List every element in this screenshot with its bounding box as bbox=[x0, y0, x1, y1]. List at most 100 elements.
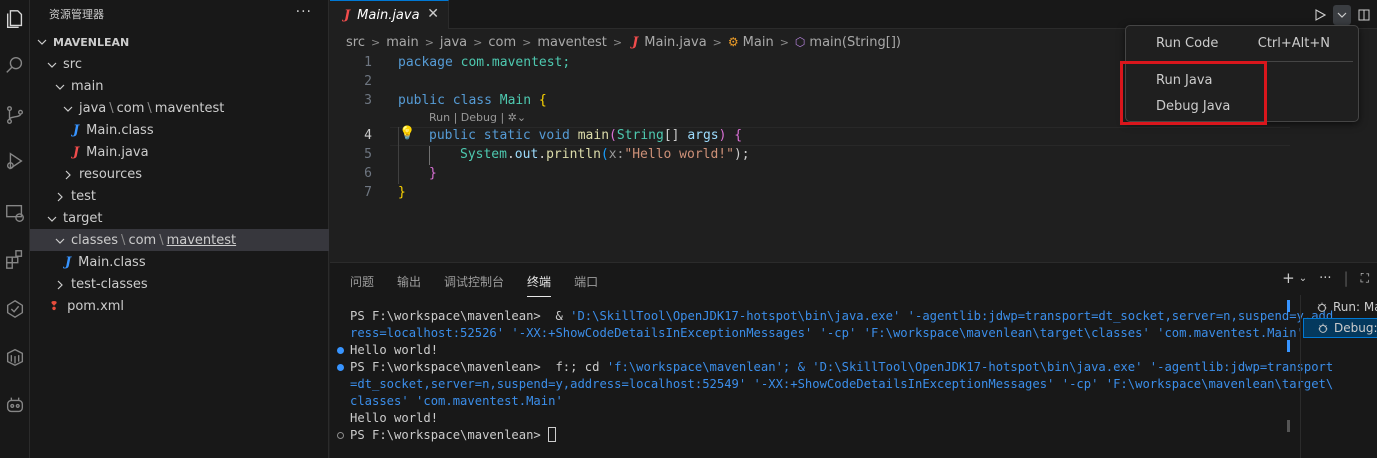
lightbulb-icon[interactable]: 💡 bbox=[399, 126, 415, 141]
line-number: 5 bbox=[364, 147, 372, 162]
menu-item-run-code[interactable]: Run Code Ctrl+Alt+N bbox=[1126, 32, 1360, 54]
copilot-icon[interactable] bbox=[0, 388, 30, 422]
close-icon[interactable]: ✕ bbox=[427, 6, 439, 22]
terminal-tab-run[interactable]: Run: Ma bbox=[1303, 297, 1377, 317]
tree-item-target[interactable]: target bbox=[30, 207, 329, 229]
breadcrumb-item[interactable]: src bbox=[346, 35, 365, 50]
chevron-down-icon bbox=[55, 81, 65, 91]
indent-guide bbox=[429, 146, 430, 165]
tab-output[interactable]: 输出 bbox=[397, 273, 421, 291]
debug-icon bbox=[1317, 302, 1327, 312]
maximize-panel-icon[interactable]: ⛶ bbox=[1361, 271, 1369, 286]
run-icon[interactable] bbox=[1311, 5, 1329, 25]
more-actions-icon[interactable]: ··· bbox=[296, 4, 312, 20]
chevron-down-icon bbox=[47, 213, 57, 223]
search-icon[interactable] bbox=[0, 48, 30, 82]
terminal-line: Hello world! bbox=[337, 342, 1290, 359]
extensions-icon[interactable] bbox=[0, 242, 30, 276]
line-number: 3 bbox=[364, 93, 372, 108]
tree-item-src[interactable]: src bbox=[30, 53, 329, 75]
tab-problems[interactable]: 问题 bbox=[350, 273, 374, 291]
breadcrumb-item[interactable]: java bbox=[440, 35, 467, 50]
remote-explorer-icon[interactable] bbox=[0, 196, 30, 230]
command-decoration-icon[interactable] bbox=[337, 364, 344, 371]
explorer-header: 资源管理器 ··· bbox=[30, 0, 328, 28]
annotation-highlight-box bbox=[1120, 61, 1267, 125]
tree-item-main-java[interactable]: J Main.java bbox=[30, 141, 329, 163]
tab-terminal[interactable]: 终端 bbox=[527, 273, 552, 297]
tree-item-main[interactable]: main bbox=[30, 75, 329, 97]
terminal-line: Hello world! bbox=[350, 411, 439, 425]
debug-icon bbox=[1318, 323, 1328, 333]
line-number: 1 bbox=[364, 55, 372, 70]
ruler-mark bbox=[1287, 300, 1290, 312]
chevron-right-icon bbox=[55, 191, 65, 202]
more-actions-icon[interactable]: ··· bbox=[1319, 271, 1331, 286]
ruler-mark bbox=[1287, 340, 1290, 352]
line-number: 2 bbox=[364, 74, 372, 89]
activity-bar bbox=[0, 0, 30, 458]
chevron-right-icon bbox=[55, 279, 65, 290]
line-number: 7 bbox=[364, 185, 372, 200]
command-decoration-icon[interactable] bbox=[337, 432, 344, 439]
panel-tabs: 问题 输出 调试控制台 终端 端口 bbox=[350, 273, 621, 297]
split-editor-icon[interactable] bbox=[1355, 5, 1373, 25]
codelens[interactable]: Run | Debug | ✲⌄ bbox=[429, 111, 526, 124]
line-number: 4 bbox=[364, 128, 372, 143]
breadcrumb-item[interactable]: maventest bbox=[537, 35, 607, 50]
run-debug-icon[interactable] bbox=[0, 144, 30, 178]
chevron-down-icon bbox=[47, 59, 57, 69]
breadcrumb-item[interactable]: com bbox=[488, 35, 516, 50]
tab-debug-console[interactable]: 调试控制台 bbox=[444, 273, 504, 291]
testing-icon[interactable] bbox=[0, 292, 30, 326]
method-icon: ⬡ bbox=[794, 35, 806, 49]
source-control-icon[interactable] bbox=[0, 98, 30, 132]
panel-actions: + ⌄ ··· | ⛶ bbox=[1282, 269, 1369, 287]
terminal-line: ress=localhost:52526' '-XX:+ShowCodeDeta… bbox=[350, 326, 1304, 340]
chevron-down-icon[interactable]: ⌄ bbox=[1299, 273, 1307, 284]
breadcrumb-item[interactable]: Main bbox=[743, 35, 774, 50]
code-line: public static void main(String[] args) { bbox=[429, 128, 743, 143]
command-decoration-icon[interactable] bbox=[337, 347, 344, 354]
tree-item-classes-package[interactable]: classes \ com \ maventest bbox=[30, 229, 329, 251]
tree-item-resources[interactable]: resources bbox=[30, 163, 329, 185]
project-root[interactable]: MAVENLEAN bbox=[30, 31, 329, 53]
class-icon: ⚙ bbox=[727, 35, 739, 49]
java-file-icon: J bbox=[73, 144, 80, 160]
add-terminal-icon[interactable]: + bbox=[1282, 269, 1295, 287]
terminal-line: =dt_socket,server=n,suspend=y,address=lo… bbox=[350, 377, 1334, 391]
chevron-down-icon bbox=[63, 103, 73, 113]
terminal-output[interactable]: PS F:\workspace\mavenlean> & 'D:\SkillTo… bbox=[337, 308, 1334, 444]
code-line: System.out.println(x:"Hello world!"); bbox=[460, 147, 750, 162]
containers-icon[interactable] bbox=[0, 340, 30, 374]
tree-item-pom[interactable]: ❢ pom.xml bbox=[30, 295, 329, 317]
tree-item-test-classes[interactable]: test-classes bbox=[30, 273, 329, 295]
tree-item-test[interactable]: test bbox=[30, 185, 329, 207]
explorer-icon[interactable] bbox=[0, 2, 30, 36]
code-line: public class Main { bbox=[398, 93, 547, 108]
code-line: } bbox=[429, 166, 437, 181]
code-line: package com.maventest; bbox=[398, 55, 571, 70]
terminal-tab-debug[interactable]: Debug: bbox=[1303, 318, 1377, 338]
breadcrumb-item[interactable]: main(String[]) bbox=[809, 35, 901, 50]
code-line: } bbox=[398, 185, 406, 200]
explorer-title: 资源管理器 bbox=[49, 8, 104, 21]
shortcut-label: Ctrl+Alt+N bbox=[1257, 35, 1330, 51]
tab-ports[interactable]: 端口 bbox=[574, 273, 598, 291]
breadcrumb-item[interactable]: Main.java bbox=[644, 35, 706, 50]
tab-main-java[interactable]: J Main.java ✕ bbox=[330, 0, 449, 29]
chevron-right-icon bbox=[63, 169, 73, 180]
explorer-sidebar: 资源管理器 ··· MAVENLEAN src main java \ com \ ma… bbox=[30, 0, 329, 458]
terminal-line: PS F:\workspace\mavenlean> f:; cd 'f:\wo… bbox=[337, 359, 1333, 376]
tree-item-target-main-class[interactable]: J Main.class bbox=[30, 251, 329, 273]
ruler-mark bbox=[1287, 420, 1290, 432]
copilot-sparkle-icon: ✲⌄ bbox=[507, 111, 527, 124]
breadcrumb-item[interactable]: main bbox=[386, 35, 418, 50]
terminal-cursor bbox=[548, 427, 557, 442]
run-dropdown-chevron-icon[interactable] bbox=[1333, 4, 1351, 25]
tree-item-main-class[interactable]: J Main.class bbox=[30, 119, 329, 141]
maven-pom-icon: ❢ bbox=[49, 299, 60, 313]
java-file-icon: J bbox=[632, 34, 639, 50]
tree-item-java-package[interactable]: java \ com \ maventest bbox=[30, 97, 329, 119]
java-class-icon: J bbox=[73, 122, 80, 138]
